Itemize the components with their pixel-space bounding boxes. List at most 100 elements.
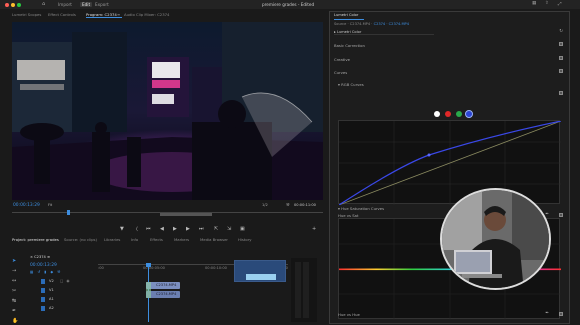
tools-panel: ➤ → ↔ ✂ ↹ ✒ ✋ bbox=[10, 256, 20, 324]
home-icon[interactable]: ⌂ bbox=[42, 1, 45, 7]
pen-tool-icon[interactable]: ✒ bbox=[12, 308, 16, 314]
workspaces-icon[interactable]: ▦ bbox=[532, 1, 536, 6]
razor-tool-icon[interactable]: ✂ bbox=[12, 288, 16, 294]
project-tab-bar: Project: premiere grades Source: (no cli… bbox=[10, 236, 326, 242]
label-hue-vs-hue: Hue vs Hue bbox=[338, 312, 360, 317]
play-icon[interactable]: ▶ bbox=[173, 226, 177, 232]
webcam-overlay bbox=[440, 188, 551, 290]
subsection-rgb-curves[interactable]: ▾ RGB Curves bbox=[338, 82, 364, 87]
track-target-a1[interactable] bbox=[41, 297, 45, 302]
top-menu-bar: ⌂ Import Edit Export premiere grades - E… bbox=[0, 0, 580, 9]
close-window-icon[interactable] bbox=[5, 2, 9, 7]
reset-effect-icon[interactable]: ↻ bbox=[559, 29, 563, 34]
program-duration-timecode: 00:00:11:00 bbox=[294, 203, 316, 207]
hue-vs-hue-checkbox[interactable] bbox=[559, 312, 563, 316]
track-target-v1[interactable] bbox=[41, 288, 45, 293]
minimize-window-icon[interactable] bbox=[11, 2, 15, 7]
ripple-edit-tool-icon[interactable]: ↔ bbox=[12, 278, 16, 284]
lumetri-color-panel: Lumetri Color Source · C2374.MP4 · C2374… bbox=[329, 11, 570, 324]
clip-v1b[interactable]: C2374.MP4 bbox=[146, 291, 180, 298]
program-current-timecode[interactable]: 00:00:13:29 bbox=[13, 203, 40, 208]
section-basic-correction[interactable]: Basic Correction bbox=[334, 43, 365, 48]
settings-wrench-icon[interactable]: ⚒ bbox=[286, 202, 290, 207]
menu-import[interactable]: Import bbox=[58, 2, 72, 7]
program-monitor-video[interactable] bbox=[12, 22, 323, 200]
monitor-playhead[interactable] bbox=[67, 210, 70, 215]
hue-vs-sat-checkbox[interactable] bbox=[559, 213, 563, 217]
tab-markers[interactable]: Markers bbox=[174, 237, 189, 242]
mark-in-icon[interactable]: ▼ bbox=[120, 226, 124, 232]
lift-icon[interactable]: ⇱ bbox=[214, 226, 218, 232]
step-forward-frame-icon[interactable]: ▶ bbox=[186, 226, 190, 232]
mark-out-icon[interactable]: 〈 bbox=[133, 226, 138, 233]
sequence-tab[interactable]: × C2374 ≡ bbox=[30, 255, 50, 259]
tab-info[interactable]: Info bbox=[131, 237, 138, 242]
timeline-tool-icons[interactable]: ▦↺▮◆⚒ bbox=[30, 270, 64, 274]
export-frame-icon[interactable]: ▣ bbox=[240, 226, 245, 232]
tab-effects[interactable]: Effects bbox=[150, 237, 163, 242]
audio-meter-right bbox=[303, 262, 309, 318]
channel-green-icon[interactable] bbox=[456, 111, 462, 117]
track-toggle-icons[interactable]: □◉ bbox=[60, 279, 73, 283]
rgb-curves-graph[interactable] bbox=[338, 120, 562, 206]
section-curves[interactable]: Curves bbox=[334, 70, 347, 75]
video-frame-image bbox=[12, 22, 323, 200]
active-tab-underline bbox=[86, 17, 122, 18]
project-title: premiere grades - Edited bbox=[262, 1, 315, 7]
hand-tool-icon[interactable]: ✋ bbox=[12, 318, 18, 324]
timeline-timecode[interactable]: 00:00:13:29 bbox=[30, 263, 57, 268]
eyedropper-icon[interactable]: ✒ bbox=[545, 212, 549, 217]
lumetri-effect-dropdown[interactable]: ▸ Lumetri Color bbox=[334, 30, 434, 35]
menu-export[interactable]: Export bbox=[95, 2, 109, 7]
tab-effect-controls[interactable]: Effect Controls bbox=[48, 12, 76, 17]
track-label-v1: V1 bbox=[49, 288, 54, 292]
clip-v1-label: C2374.MP4 bbox=[156, 283, 177, 287]
step-forward-icon[interactable]: ⏭ bbox=[199, 226, 204, 232]
clip-v1[interactable]: C2374.MP4 bbox=[146, 282, 180, 289]
slip-tool-icon[interactable]: ↹ bbox=[12, 298, 16, 304]
add-button-icon[interactable]: + bbox=[312, 226, 316, 232]
creative-checkbox[interactable] bbox=[559, 56, 563, 60]
eyedropper-hue-icon[interactable]: ✒ bbox=[545, 311, 549, 316]
monitor-tab-bar: Lumetri Scopes Effect Controls Program: … bbox=[10, 11, 326, 18]
track-target-v2[interactable] bbox=[41, 279, 45, 284]
webcam-image bbox=[442, 190, 549, 288]
track-label-a1: A1 bbox=[49, 297, 54, 301]
tab-project[interactable]: Project: premiere grades bbox=[12, 237, 59, 242]
monitor-zoom-scrollbar[interactable] bbox=[160, 213, 212, 216]
menu-edit[interactable]: Edit bbox=[80, 1, 93, 7]
extract-icon[interactable]: ⇲ bbox=[227, 226, 231, 232]
track-select-tool-icon[interactable]: → bbox=[12, 268, 16, 274]
lumetri-tab[interactable]: Lumetri Color bbox=[334, 13, 358, 17]
tab-audio-clip-mixer[interactable]: Audio Clip Mixer: C2374 bbox=[124, 12, 169, 17]
fullscreen-icon[interactable]: ⤢ bbox=[558, 1, 562, 7]
playback-resolution-dropdown[interactable]: 1/2 bbox=[262, 203, 268, 207]
tab-libraries[interactable]: Libraries bbox=[104, 237, 120, 242]
tab-history[interactable]: History bbox=[238, 237, 252, 242]
basic-correction-checkbox[interactable] bbox=[559, 42, 563, 46]
audio-meter-left bbox=[295, 262, 301, 318]
lumetri-source-line: Source · C2374.MP4 · C2374 · C2374.MP4 bbox=[334, 22, 409, 26]
clip-thumbnail-label bbox=[246, 274, 276, 280]
tab-media-browser[interactable]: Media Browser bbox=[200, 237, 228, 242]
clip-transition-marker[interactable] bbox=[146, 282, 151, 298]
zoom-window-icon[interactable] bbox=[17, 2, 21, 7]
step-back-icon[interactable]: ⏮ bbox=[146, 226, 151, 232]
channel-white-icon[interactable] bbox=[434, 111, 440, 117]
quick-export-icon[interactable]: ⇧ bbox=[545, 1, 549, 6]
rgb-curves-toggle[interactable] bbox=[559, 91, 563, 95]
step-back-frame-icon[interactable]: ◀ bbox=[160, 226, 164, 232]
curves-checkbox[interactable] bbox=[559, 69, 563, 73]
subsection-hue-sat-curves[interactable]: ▾ Hue Saturation Curves bbox=[338, 206, 384, 211]
timeline-panel: × C2374 ≡ 00:00:13:29 ▦↺▮◆⚒ :00 00:00:05… bbox=[26, 255, 290, 323]
playhead-handle[interactable] bbox=[146, 263, 151, 267]
section-creative[interactable]: Creative bbox=[334, 57, 350, 62]
fit-dropdown[interactable]: Fit bbox=[48, 203, 52, 207]
selection-tool-icon[interactable]: ➤ bbox=[12, 258, 16, 264]
channel-red-icon[interactable] bbox=[445, 111, 451, 117]
channel-blue-icon[interactable] bbox=[465, 110, 473, 118]
track-target-a2[interactable] bbox=[41, 306, 45, 311]
tab-source[interactable]: Source: (no clips) bbox=[64, 237, 97, 242]
audio-meters bbox=[291, 258, 317, 322]
tab-lumetri-scopes[interactable]: Lumetri Scopes bbox=[12, 12, 41, 17]
